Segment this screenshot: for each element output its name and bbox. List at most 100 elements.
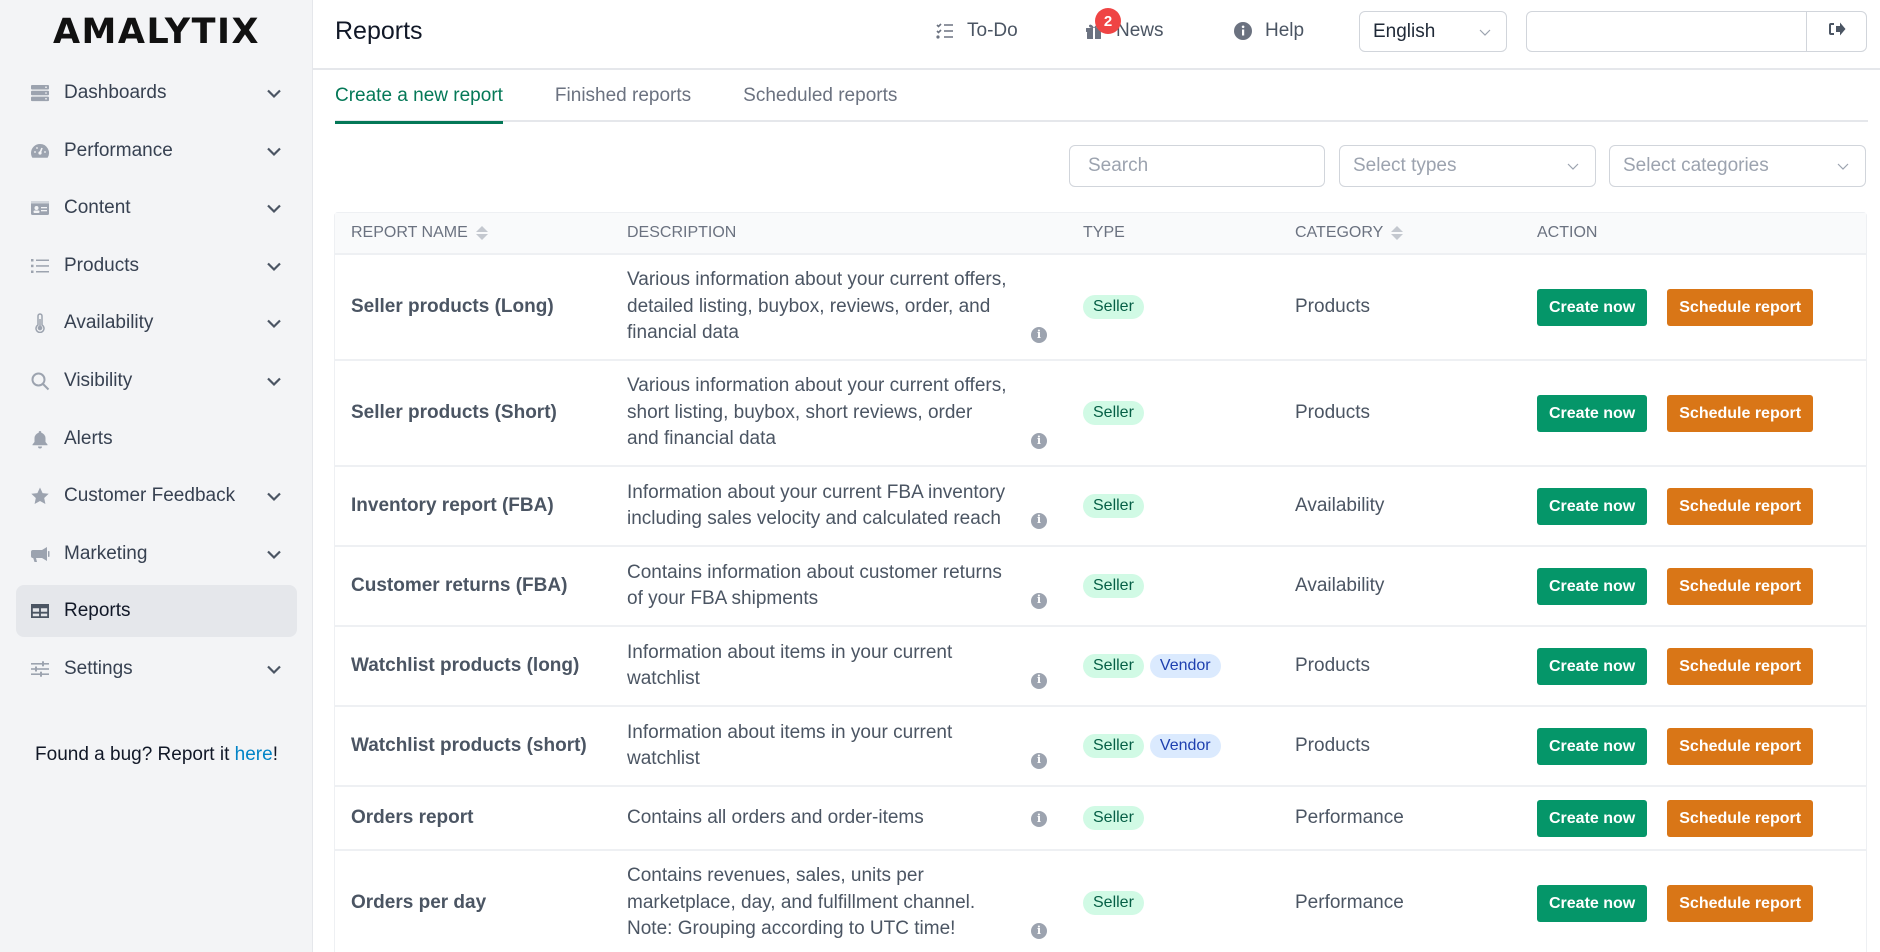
- sidebar-item-availability[interactable]: Availability: [16, 297, 297, 349]
- type-select[interactable]: Select types: [1339, 145, 1596, 187]
- chevron-down-icon[interactable]: [265, 314, 283, 332]
- sidebar-item-content[interactable]: Content: [16, 182, 297, 234]
- report-category: Products: [1295, 402, 1370, 423]
- sidebar-item-reports[interactable]: Reports: [16, 585, 297, 638]
- report-actions: Create now Schedule report: [1521, 288, 1866, 326]
- report-types: Seller: [1067, 494, 1279, 518]
- bug-report-label: Found a bug? Report it: [35, 744, 235, 765]
- sidebar-item-marketing[interactable]: Marketing: [16, 528, 297, 580]
- create-now-button[interactable]: Create now: [1537, 727, 1648, 765]
- bug-report-link[interactable]: here: [235, 744, 273, 765]
- language-select[interactable]: English: [1359, 11, 1507, 52]
- create-now-button[interactable]: Create now: [1537, 884, 1648, 922]
- report-name: Orders report: [351, 807, 474, 828]
- info-icon[interactable]: i: [1031, 326, 1047, 343]
- tab-scheduled-reports[interactable]: Scheduled reports: [743, 78, 897, 122]
- tab-finished-reports[interactable]: Finished reports: [555, 78, 691, 122]
- chevron-down-icon[interactable]: [265, 545, 283, 563]
- report-actions: Create now Schedule report: [1521, 487, 1866, 525]
- report-category: Performance: [1295, 807, 1404, 828]
- login-input[interactable]: [1527, 12, 1806, 51]
- create-now-button[interactable]: Create now: [1537, 567, 1648, 605]
- info-icon[interactable]: i: [1031, 752, 1047, 769]
- sidebar: AMALYTIX Dashboards Performance Content Pro…: [0, 0, 313, 952]
- type-badge-seller: Seller: [1083, 891, 1144, 915]
- chevron-down-icon[interactable]: [265, 257, 283, 275]
- info-icon[interactable]: i: [1031, 432, 1047, 449]
- sidebar-item-label: Reports: [64, 600, 131, 622]
- help-link[interactable]: Help: [1233, 20, 1304, 42]
- chevron-down-icon[interactable]: [265, 199, 283, 217]
- schedule-report-button[interactable]: Schedule report: [1667, 727, 1814, 765]
- megaphone-icon: [30, 544, 50, 564]
- report-description: Information about items in your current …: [611, 640, 1067, 693]
- list-icon: [30, 256, 50, 276]
- schedule-report-button[interactable]: Schedule report: [1667, 567, 1814, 605]
- info-icon[interactable]: i: [1031, 672, 1047, 689]
- chevron-down-icon[interactable]: [265, 142, 283, 160]
- report-description: Various information about your current o…: [611, 267, 1067, 347]
- info-icon[interactable]: i: [1031, 512, 1047, 529]
- schedule-report-button[interactable]: Schedule report: [1667, 288, 1814, 326]
- create-now-button[interactable]: Create now: [1537, 799, 1648, 837]
- search-field[interactable]: [1069, 145, 1325, 187]
- schedule-report-button[interactable]: Schedule report: [1667, 884, 1814, 922]
- create-now-button[interactable]: Create now: [1537, 288, 1648, 326]
- chevron-down-icon[interactable]: [265, 84, 283, 102]
- column-header-description: Description: [611, 224, 1067, 242]
- sidebar-item-label: Products: [64, 254, 139, 276]
- news-label: News: [1116, 20, 1164, 41]
- report-types: Seller Vendor: [1067, 734, 1279, 758]
- sidebar-item-label: Performance: [64, 139, 173, 161]
- todo-link[interactable]: To-Do: [935, 20, 1018, 42]
- column-header-type: Type: [1067, 224, 1279, 242]
- sidebar-item-visibility[interactable]: Visibility: [16, 355, 297, 407]
- chevron-down-icon[interactable]: [265, 660, 283, 678]
- info-icon[interactable]: i: [1031, 592, 1047, 609]
- report-name: Seller products (Short): [351, 402, 557, 423]
- column-header-category[interactable]: Category: [1279, 224, 1521, 242]
- category-select[interactable]: Select categories: [1609, 145, 1866, 187]
- sort-icon[interactable]: [475, 226, 488, 240]
- schedule-report-button[interactable]: Schedule report: [1667, 394, 1814, 432]
- description-text: Various information about your current o…: [627, 269, 1007, 344]
- report-description: Contains all orders and order-items i: [611, 805, 1067, 832]
- type-badge-seller: Seller: [1083, 295, 1144, 319]
- gauge-icon: [30, 141, 50, 161]
- sort-icon[interactable]: [1391, 226, 1404, 240]
- chevron-down-icon[interactable]: [265, 487, 283, 505]
- schedule-report-button[interactable]: Schedule report: [1667, 487, 1814, 525]
- info-circle-icon: [1233, 21, 1253, 41]
- create-now-button[interactable]: Create now: [1537, 487, 1648, 525]
- info-icon[interactable]: i: [1031, 922, 1047, 939]
- report-actions: Create now Schedule report: [1521, 884, 1866, 922]
- create-now-button[interactable]: Create now: [1537, 394, 1648, 432]
- table-header: Report name Description Type Category Ac…: [335, 213, 1866, 255]
- sidebar-item-performance[interactable]: Performance: [16, 125, 297, 177]
- report-category: Products: [1295, 735, 1370, 756]
- column-label: Description: [627, 224, 737, 241]
- schedule-report-button[interactable]: Schedule report: [1667, 799, 1814, 837]
- type-badge-vendor: Vendor: [1149, 654, 1221, 678]
- schedule-report-button[interactable]: Schedule report: [1667, 647, 1814, 685]
- logout-button[interactable]: [1806, 12, 1866, 51]
- sidebar-item-customer-feedback[interactable]: Customer Feedback: [16, 470, 297, 522]
- sidebar-item-alerts[interactable]: Alerts: [16, 413, 297, 465]
- column-header-report-name[interactable]: Report name: [335, 224, 611, 242]
- create-now-button[interactable]: Create now: [1537, 647, 1648, 685]
- search-input[interactable]: [1088, 155, 1324, 177]
- type-badge-vendor: Vendor: [1149, 734, 1221, 758]
- type-select-placeholder: Select types: [1353, 155, 1457, 176]
- info-icon[interactable]: i: [1031, 811, 1047, 828]
- sidebar-item-products[interactable]: Products: [16, 240, 297, 292]
- description-text: Contains all orders and order-items: [627, 806, 924, 828]
- sidebar-item-dashboards[interactable]: Dashboards: [16, 67, 297, 119]
- logo[interactable]: AMALYTIX: [0, 12, 313, 52]
- report-category: Availability: [1295, 575, 1385, 596]
- tab-create-a-new-report[interactable]: Create a new report: [335, 78, 503, 124]
- sign-out-icon: [1828, 21, 1846, 42]
- report-types: Seller: [1067, 891, 1279, 915]
- type-badge-seller: Seller: [1083, 806, 1144, 830]
- sidebar-item-settings[interactable]: Settings: [16, 643, 297, 695]
- chevron-down-icon[interactable]: [265, 372, 283, 390]
